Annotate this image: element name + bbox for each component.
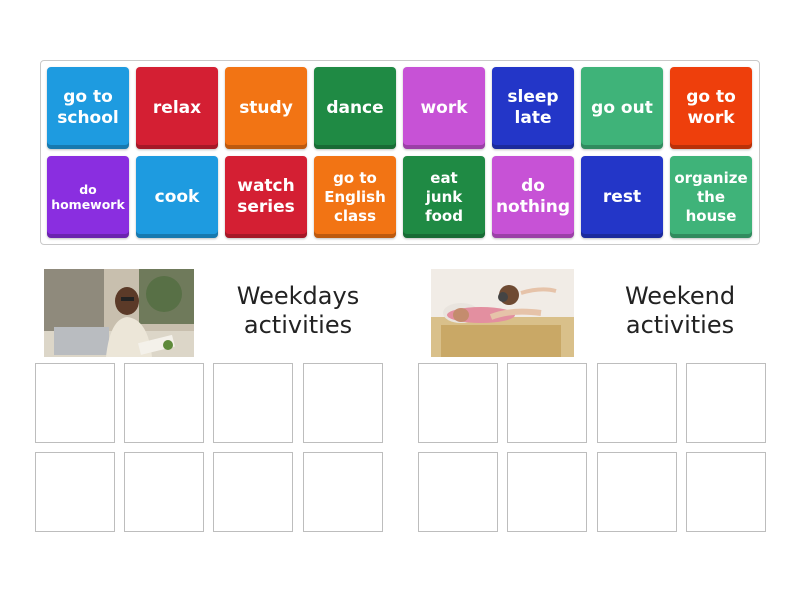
tile-organize-the-house[interactable]: organize the house — [670, 156, 752, 238]
tile-rest[interactable]: rest — [581, 156, 663, 238]
tile-cook[interactable]: cook — [136, 156, 218, 238]
weekend-slot-6[interactable] — [507, 452, 587, 532]
tile-go-to-school[interactable]: go to school — [47, 67, 129, 149]
weekdays-slot-3[interactable] — [213, 363, 293, 443]
weekend-slot-5[interactable] — [418, 452, 498, 532]
weekdays-slot-5[interactable] — [35, 452, 115, 532]
weekend-photo — [431, 269, 574, 357]
weekdays-slot-8[interactable] — [303, 452, 383, 532]
word-bank: go to school relax study dance work slee… — [40, 60, 760, 245]
weekdays-title: Weekdays activities — [236, 282, 360, 339]
tile-go-to-work[interactable]: go to work — [670, 67, 752, 149]
weekdays-photo — [44, 269, 194, 357]
weekdays-slot-7[interactable] — [213, 452, 293, 532]
weekend-slot-3[interactable] — [597, 363, 677, 443]
weekend-title: Weekend activities — [624, 282, 736, 339]
tile-work[interactable]: work — [403, 67, 485, 149]
tile-go-out[interactable]: go out — [581, 67, 663, 149]
tile-eat-junk-food[interactable]: eat junk food — [403, 156, 485, 238]
tile-sleep-late[interactable]: sleep late — [492, 67, 574, 149]
tile-relax[interactable]: relax — [136, 67, 218, 149]
tile-go-to-english-class[interactable]: go to English class — [314, 156, 396, 238]
weekdays-slot-2[interactable] — [124, 363, 204, 443]
tile-do-nothing[interactable]: do nothing — [492, 156, 574, 238]
weekdays-slot-1[interactable] — [35, 363, 115, 443]
tile-watch-series[interactable]: watch series — [225, 156, 307, 238]
tile-do-homework[interactable]: do homework — [47, 156, 129, 238]
weekend-slot-1[interactable] — [418, 363, 498, 443]
weekend-slot-2[interactable] — [507, 363, 587, 443]
weekdays-slot-4[interactable] — [303, 363, 383, 443]
weekend-slot-7[interactable] — [597, 452, 677, 532]
tile-dance[interactable]: dance — [314, 67, 396, 149]
weekend-slot-8[interactable] — [686, 452, 766, 532]
weekend-slot-4[interactable] — [686, 363, 766, 443]
weekdays-slot-6[interactable] — [124, 452, 204, 532]
tile-study[interactable]: study — [225, 67, 307, 149]
